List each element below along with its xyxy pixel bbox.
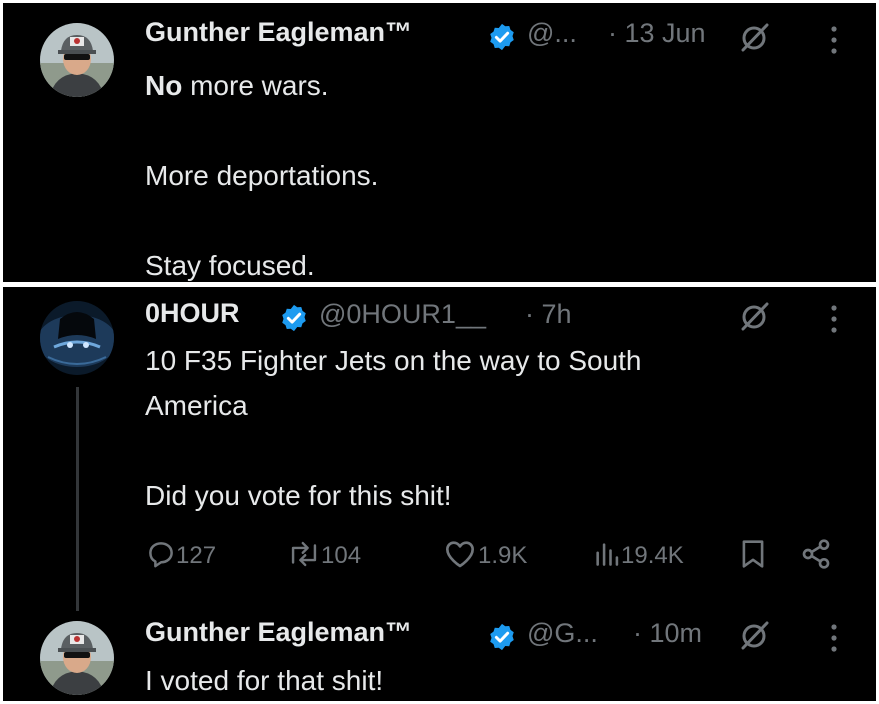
views-count[interactable]: 19.4K bbox=[621, 542, 684, 570]
views-icon[interactable] bbox=[593, 539, 621, 569]
avatar-gunther[interactable] bbox=[40, 621, 114, 695]
verified-badge-icon bbox=[490, 23, 514, 51]
tweet-text-bold: No bbox=[145, 70, 183, 101]
handle[interactable]: @0HOUR1__ bbox=[319, 299, 486, 330]
tweet-thread: 0HOUR @0HOUR1__ · 7h 10 F35 Fighter Jets… bbox=[3, 287, 876, 701]
avatar-image bbox=[40, 621, 114, 695]
tweet-text: I voted for that shit! bbox=[145, 665, 384, 696]
avatar-gunther[interactable] bbox=[40, 23, 114, 97]
avatar-image bbox=[40, 301, 114, 375]
share-icon[interactable] bbox=[800, 538, 832, 570]
avatar-image bbox=[40, 23, 114, 97]
verified-badge-icon bbox=[282, 304, 306, 332]
verified-badge-icon bbox=[490, 623, 514, 651]
more-options-icon[interactable] bbox=[829, 25, 839, 55]
like-icon[interactable] bbox=[444, 539, 476, 569]
thread-connector-line bbox=[76, 387, 79, 611]
display-name[interactable]: Gunther Eagleman™ bbox=[145, 617, 412, 648]
grok-icon[interactable] bbox=[737, 21, 771, 55]
timestamp[interactable]: · 7h bbox=[525, 299, 572, 330]
display-name[interactable]: 0HOUR bbox=[145, 298, 240, 329]
grok-icon[interactable] bbox=[737, 619, 771, 653]
more-options-icon[interactable] bbox=[829, 304, 839, 334]
timestamp[interactable]: · 13 Jun bbox=[608, 18, 706, 49]
tweet-text: 10 F35 Fighter Jets on the way to South … bbox=[145, 345, 642, 511]
display-name[interactable]: Gunther Eagleman™ bbox=[145, 17, 412, 48]
bookmark-icon[interactable] bbox=[740, 538, 766, 570]
tweet-top[interactable]: Gunther Eagleman™ @... · 13 Jun No more … bbox=[3, 3, 876, 282]
repost-icon[interactable] bbox=[287, 539, 321, 569]
grok-icon[interactable] bbox=[737, 300, 771, 334]
repost-count[interactable]: 104 bbox=[321, 542, 361, 570]
reply-count[interactable]: 127 bbox=[176, 542, 216, 570]
tweet-text-rest: more wars. More deportations. Stay focus… bbox=[145, 70, 379, 281]
more-options-icon[interactable] bbox=[829, 623, 839, 653]
handle[interactable]: @G... bbox=[527, 618, 598, 649]
tweet-text: No more wars. More deportations. Stay fo… bbox=[145, 63, 378, 282]
timestamp[interactable]: · 10m bbox=[633, 618, 702, 649]
avatar-0hour[interactable] bbox=[40, 301, 114, 375]
reply-icon[interactable] bbox=[146, 539, 176, 569]
like-count[interactable]: 1.9K bbox=[478, 542, 527, 570]
handle[interactable]: @... bbox=[527, 18, 577, 49]
